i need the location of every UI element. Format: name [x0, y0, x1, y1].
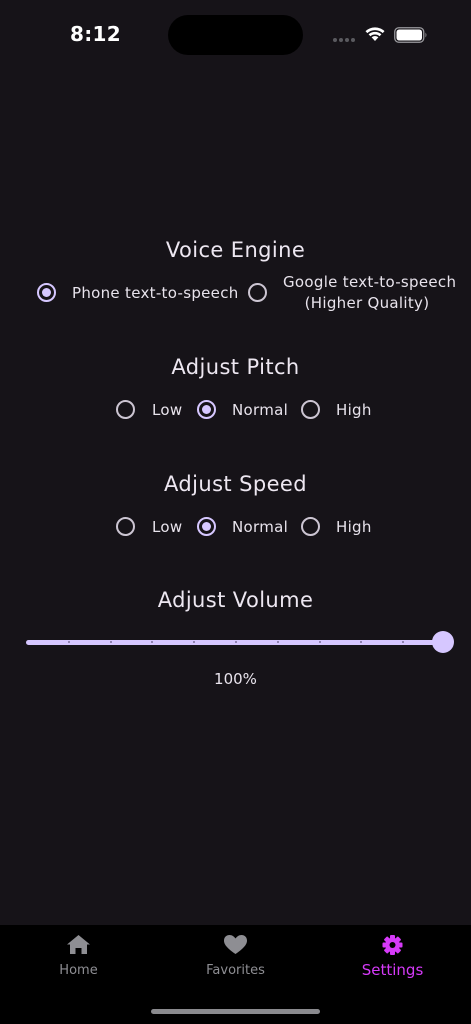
volume-slider-tick: [402, 641, 404, 643]
radio-pitch-normal[interactable]: [197, 400, 216, 419]
dynamic-island: [168, 15, 303, 55]
heart-icon: [224, 935, 247, 954]
radio-label-phone-tts: Phone text-to-speech: [72, 284, 239, 302]
cellular-signal-icon: [333, 38, 355, 42]
wifi-icon: [365, 27, 385, 41]
radio-label-speed-high: High: [336, 518, 372, 536]
radio-pitch-low[interactable]: [116, 400, 135, 419]
status-bar: 8:12: [0, 0, 471, 70]
volume-slider-tick: [360, 641, 362, 643]
gear-icon: [382, 935, 403, 955]
volume-slider-tick: [151, 641, 153, 643]
google-tts-line2: (Higher Quality): [304, 294, 430, 312]
tab-home-label: Home: [59, 963, 98, 978]
status-time: 8:12: [70, 22, 121, 46]
volume-slider-tick: [319, 641, 321, 643]
volume-slider-tick: [110, 641, 112, 643]
pitch-title: Adjust Pitch: [171, 355, 300, 379]
voice-engine-title: Voice Engine: [165, 238, 306, 262]
volume-slider-tick: [68, 641, 70, 643]
home-icon: [67, 935, 90, 954]
tab-settings[interactable]: Settings: [314, 925, 471, 995]
speed-title: Adjust Speed: [164, 472, 307, 496]
radio-label-speed-normal: Normal: [232, 518, 289, 536]
radio-google-tts[interactable]: [248, 283, 267, 302]
radio-label-pitch-high: High: [336, 401, 372, 419]
tab-favorites-label: Favorites: [206, 963, 265, 978]
radio-speed-high[interactable]: [301, 517, 320, 536]
volume-slider-tick: [235, 641, 237, 643]
radio-label-speed-low: Low: [152, 518, 183, 536]
radio-label-pitch-normal: Normal: [232, 401, 289, 419]
radio-speed-low[interactable]: [116, 517, 135, 536]
volume-slider-thumb[interactable]: [432, 631, 454, 653]
tab-settings-label: Settings: [361, 961, 424, 979]
radio-label-pitch-low: Low: [152, 401, 183, 419]
radio-phone-tts[interactable]: [37, 283, 56, 302]
tab-home[interactable]: Home: [0, 925, 157, 995]
home-indicator: [151, 1009, 320, 1014]
battery-icon: [394, 27, 427, 43]
volume-slider-tick: [193, 641, 195, 643]
radio-speed-normal[interactable]: [197, 517, 216, 536]
radio-label-google-tts: Google text-to-speech (Higher Quality): [283, 272, 457, 314]
google-tts-line1: Google text-to-speech: [283, 273, 457, 291]
volume-title: Adjust Volume: [157, 588, 314, 612]
volume-value: 100%: [214, 670, 257, 688]
tab-favorites[interactable]: Favorites: [157, 925, 314, 995]
volume-slider-tick: [277, 641, 279, 643]
volume-slider-track[interactable]: [26, 640, 444, 645]
radio-pitch-high[interactable]: [301, 400, 320, 419]
